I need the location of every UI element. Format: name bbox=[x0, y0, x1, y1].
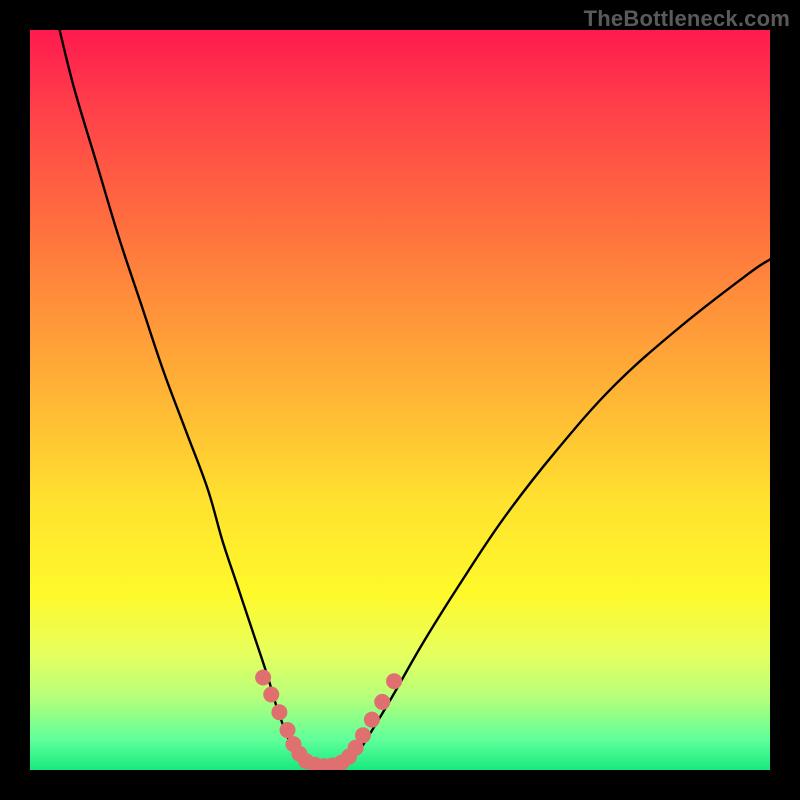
salmon-dots-right bbox=[355, 727, 371, 743]
bottleneck-curve bbox=[60, 30, 770, 768]
curve-group bbox=[60, 30, 770, 768]
watermark-text: TheBottleneck.com bbox=[584, 6, 790, 32]
salmon-dots-bottom bbox=[341, 749, 357, 765]
marker-group bbox=[255, 670, 402, 771]
salmon-dots-bottom bbox=[316, 758, 332, 770]
curve-layer bbox=[30, 30, 770, 770]
salmon-dots-bottom bbox=[325, 758, 341, 770]
salmon-dots-left bbox=[285, 736, 301, 752]
salmon-dots-bottom bbox=[298, 753, 314, 769]
salmon-dots-left bbox=[263, 687, 279, 703]
plot-area bbox=[30, 30, 770, 770]
salmon-dots-left bbox=[291, 746, 307, 762]
salmon-dots-right bbox=[374, 694, 390, 710]
salmon-dots-right bbox=[348, 740, 364, 756]
salmon-dots-left bbox=[255, 670, 271, 686]
chart-frame: TheBottleneck.com bbox=[0, 0, 800, 800]
salmon-dots-left bbox=[280, 722, 296, 738]
salmon-dots-right bbox=[386, 673, 402, 689]
salmon-dots-bottom bbox=[334, 755, 350, 770]
salmon-dots-left bbox=[271, 704, 287, 720]
salmon-dots-right bbox=[364, 712, 380, 728]
salmon-dots-bottom bbox=[307, 757, 323, 770]
